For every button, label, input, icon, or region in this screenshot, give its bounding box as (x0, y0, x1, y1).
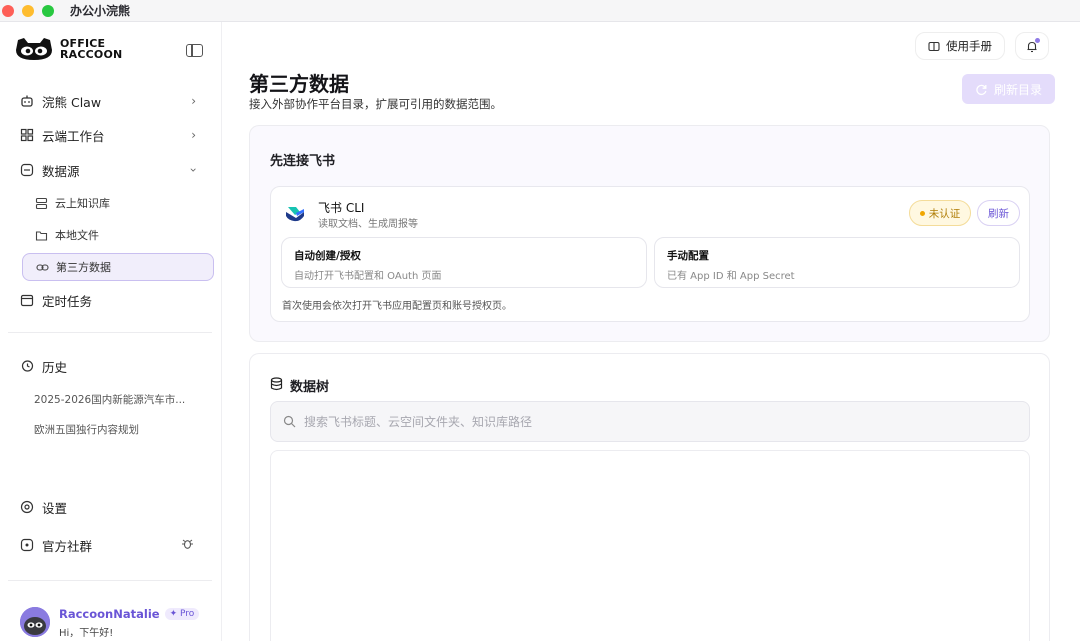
manual-button[interactable]: 使用手册 (915, 32, 1005, 60)
robot-icon (20, 94, 34, 108)
sidebar-item-scheduled-tasks[interactable]: 定时任务 (20, 287, 212, 313)
community-icon (20, 538, 34, 552)
minimize-window-button[interactable] (22, 4, 34, 17)
sidebar-divider (8, 580, 212, 581)
integration-description: 读取文档、生成周报等 (318, 219, 418, 230)
sidebar-item-datasource[interactable]: 数据源 › (20, 157, 212, 183)
calendar-icon (20, 293, 34, 307)
sidebar-subitem-local-files[interactable]: 本地文件 (22, 221, 214, 249)
manual-config-option[interactable]: 手动配置 已有 App ID 和 App Secret (654, 237, 1020, 288)
database-icon (270, 377, 283, 391)
auto-authorize-option[interactable]: 自动创建/授权 自动打开飞书配置和 OAuth 页面 (281, 237, 647, 288)
notification-button[interactable] (1015, 32, 1049, 60)
tree-search-input[interactable] (304, 414, 1004, 429)
link-icon (35, 260, 49, 274)
feishu-connect-card: 先连接飞书 飞书 CLI 读取文档、生成周报等 未认证 刷新 自动创建/授权 自… (249, 125, 1050, 342)
user-name: RaccoonNatalie (59, 607, 160, 621)
feishu-logo-icon (286, 207, 304, 222)
avatar[interactable] (20, 607, 50, 637)
bug-icon[interactable] (181, 537, 194, 553)
data-tree-area[interactable] (270, 450, 1030, 641)
sidebar-divider (8, 332, 212, 333)
sidebar: OFFICE RACCOON 浣熊 Claw › 云端工作台 › 数据源 › 云… (0, 22, 222, 641)
sidebar-item-label: 数据源 (42, 163, 80, 179)
maximize-window-button[interactable] (42, 4, 54, 17)
history-item[interactable]: 2025-2026国内新能源汽车市... (34, 392, 194, 407)
sidebar-item-label: 浣熊 Claw (42, 94, 102, 110)
window-title: 办公小浣熊 (70, 4, 131, 18)
integration-name: 飞书 CLI (318, 201, 365, 215)
page-subtitle: 接入外部协作平台目录，扩展可引用的数据范围。 (249, 97, 502, 111)
feishu-cli-panel: 飞书 CLI 读取文档、生成周报等 未认证 刷新 自动创建/授权 自动打开飞书配… (270, 186, 1030, 322)
manual-button-label: 使用手册 (946, 39, 992, 53)
sidebar-subitem-cloud-kb[interactable]: 云上知识库 (22, 189, 214, 217)
sidebar-item-cloud-workbench[interactable]: 云端工作台 › (20, 122, 212, 148)
book-icon (928, 41, 940, 52)
card-title: 数据树 (290, 380, 330, 395)
tree-search-box[interactable] (270, 401, 1030, 442)
refresh-icon (975, 83, 988, 96)
close-window-button[interactable] (2, 4, 14, 17)
user-greeting: Hi，下午好! (59, 628, 114, 639)
sidebar-item-label: 官方社群 (42, 538, 93, 554)
feishu-note: 首次使用会依次打开飞书应用配置页和账号授权页。 (282, 301, 512, 312)
chevron-right-icon: › (191, 94, 196, 108)
window-controls (2, 4, 54, 17)
option-title: 自动创建/授权 (294, 250, 361, 262)
grid-icon (20, 128, 34, 142)
status-text: 未认证 (928, 207, 961, 220)
sidebar-subitem-third-party[interactable]: 第三方数据 (22, 253, 214, 281)
chevron-right-icon: › (191, 128, 196, 142)
history-item[interactable]: 欧洲五国独行内容规划 (34, 422, 194, 437)
sidebar-item-community[interactable]: 官方社群 (20, 532, 212, 558)
sidebar-item-label: 云端工作台 (42, 128, 105, 144)
search-icon (283, 415, 296, 428)
sidebar-history-header: 历史 (20, 353, 212, 379)
sidebar-item-claw[interactable]: 浣熊 Claw › (20, 88, 212, 114)
status-badge: 未认证 (909, 200, 971, 226)
refresh-button[interactable]: 刷新 (977, 200, 1020, 226)
option-title: 手动配置 (667, 250, 709, 262)
database-icon (34, 196, 48, 210)
sidebar-subitem-label: 第三方数据 (56, 261, 111, 274)
app-logo: OFFICE RACCOON (14, 36, 122, 62)
gear-icon (20, 500, 34, 514)
refresh-directory-button[interactable]: 刷新目录 (962, 74, 1055, 104)
data-tree-card: 数据树 (249, 353, 1050, 641)
history-icon (20, 359, 34, 373)
chevron-down-icon: › (186, 167, 201, 173)
card-title: 先连接飞书 (270, 154, 336, 169)
page-title: 第三方数据 (249, 72, 349, 96)
datasource-icon (20, 163, 34, 177)
option-description: 自动打开飞书配置和 OAuth 页面 (294, 271, 442, 282)
option-description: 已有 App ID 和 App Secret (667, 271, 795, 282)
title-bar: 办公小浣熊 (0, 0, 1080, 22)
user-profile[interactable]: RaccoonNatalie ✦ Pro Hi，下午好! (20, 607, 200, 639)
notification-dot (1035, 38, 1040, 43)
sidebar-subitem-label: 本地文件 (55, 229, 99, 242)
sidebar-toggle-icon[interactable] (186, 44, 203, 57)
sidebar-item-label: 设置 (42, 500, 68, 516)
logo-text-line2: RACCOON (60, 48, 123, 61)
pro-badge: ✦ Pro (164, 608, 200, 620)
history-title: 历史 (42, 359, 68, 375)
folder-icon (34, 228, 48, 242)
refresh-directory-label: 刷新目录 (993, 82, 1042, 97)
sidebar-item-settings[interactable]: 设置 (20, 494, 212, 520)
sidebar-item-label: 定时任务 (42, 293, 93, 309)
status-dot (919, 210, 925, 216)
sidebar-subitem-label: 云上知识库 (55, 197, 110, 210)
raccoon-logo-icon (16, 38, 52, 60)
main-content: 使用手册 第三方数据 接入外部协作平台目录，扩展可引用的数据范围。 刷新目录 先… (223, 22, 1080, 641)
